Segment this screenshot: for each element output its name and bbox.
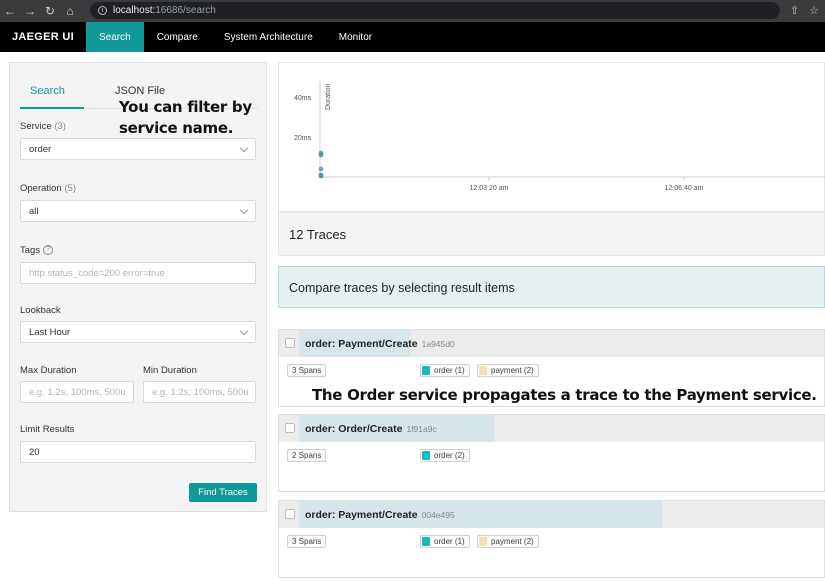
- trace-title[interactable]: order: Payment/Create 004e495: [305, 509, 455, 521]
- service-tag-payment: payment (2): [477, 535, 539, 548]
- nav-system-architecture[interactable]: System Architecture: [211, 22, 326, 52]
- service-tag-payment: payment (2): [477, 364, 539, 377]
- trace-card[interactable]: order: Order/Create 1f91a9c 2 Spans order…: [278, 414, 825, 492]
- trace-title[interactable]: order: Payment/Create 1a945d0: [305, 338, 455, 350]
- trace-checkbox[interactable]: [285, 338, 295, 348]
- traces-count: 12 Traces: [289, 227, 347, 242]
- lookback-label: Lookback: [20, 305, 61, 316]
- trace-id: 1a945d0: [421, 339, 455, 349]
- chevron-down-icon: [239, 143, 249, 153]
- compare-hint: Compare traces by selecting result items: [278, 266, 825, 308]
- limit-results-label: Limit Results: [20, 424, 75, 435]
- y-tick-label: 20ms: [294, 135, 312, 142]
- trace-checkbox[interactable]: [285, 423, 295, 433]
- service-tag-order: order (1): [420, 535, 470, 548]
- trace-id: 004e495: [421, 510, 455, 520]
- duration-scatter-chart: Duration 40ms 20ms 12:03:20 am 12:06:40 am: [278, 62, 825, 212]
- tab-search[interactable]: Search: [30, 85, 65, 97]
- operation-label: Operation (5): [20, 183, 76, 194]
- scatter-plot: Duration 40ms 20ms 12:03:20 am 12:06:40 am: [294, 81, 825, 192]
- nav-search[interactable]: Search: [86, 22, 144, 52]
- trace-checkbox[interactable]: [285, 509, 295, 519]
- trace-point[interactable]: [318, 173, 324, 179]
- browser-toolbar: ← → ↻ ⌂ i localhost:16686/search ⇧ ☆: [0, 0, 825, 22]
- max-duration-input[interactable]: e.g. 1.2s, 100ms, 500u: [20, 381, 134, 403]
- active-tab-indicator: [20, 107, 84, 109]
- trace-id: 1f91a9c: [406, 424, 437, 434]
- url-text: localhost:16686/search: [113, 5, 216, 16]
- y-tick-label: 40ms: [294, 95, 312, 102]
- share-icon[interactable]: ⇧: [790, 4, 799, 17]
- nav-compare[interactable]: Compare: [144, 22, 211, 52]
- limit-results-input[interactable]: 20: [20, 441, 256, 463]
- service-tag-order: order (2): [420, 449, 470, 462]
- spans-badge: 2 Spans: [287, 449, 327, 462]
- compare-hint-text: Compare traces by selecting result items: [289, 281, 515, 295]
- operation-select[interactable]: all: [20, 200, 256, 222]
- service-color-swatch: [422, 537, 430, 546]
- y-axis-title: Duration: [325, 83, 332, 110]
- annotation-trace-propagation: The Order service propagates a trace to …: [312, 386, 817, 404]
- max-duration-label: Max Duration: [20, 365, 77, 376]
- tags-input[interactable]: http.status_code=200 error=true: [20, 262, 256, 284]
- traces-count-bar: 12 Traces: [278, 212, 825, 256]
- spans-badge: 3 Spans: [287, 364, 327, 377]
- service-color-swatch: [479, 366, 487, 375]
- min-duration-input[interactable]: e.g. 1.2s, 100ms, 500u: [143, 381, 256, 403]
- top-navigation: JAEGER UI Search Compare System Architec…: [0, 22, 825, 52]
- trace-title[interactable]: order: Order/Create 1f91a9c: [305, 423, 437, 435]
- help-icon[interactable]: ?: [43, 245, 54, 256]
- x-tick-label: 12:03:20 am: [470, 185, 509, 192]
- chevron-down-icon: [239, 326, 249, 336]
- service-color-swatch: [479, 537, 487, 546]
- trace-point[interactable]: [318, 152, 324, 158]
- bookmark-star-icon[interactable]: ☆: [809, 4, 819, 17]
- trace-header[interactable]: order: Payment/Create 1a945d0: [279, 330, 824, 357]
- service-color-swatch: [422, 366, 430, 375]
- trace-card[interactable]: order: Payment/Create 004e495 3 Spans ord…: [278, 500, 825, 578]
- annotation-filter-by-service: You can filter by service name.: [119, 98, 252, 137]
- nav-monitor[interactable]: Monitor: [326, 22, 385, 52]
- trace-header[interactable]: order: Payment/Create 004e495: [279, 501, 824, 528]
- x-tick-label: 12:06:40 am: [665, 185, 704, 192]
- info-icon[interactable]: i: [98, 6, 107, 15]
- back-icon[interactable]: ←: [0, 4, 20, 18]
- service-color-swatch: [422, 451, 430, 460]
- lookback-select[interactable]: Last Hour: [20, 321, 256, 343]
- home-icon[interactable]: ⌂: [60, 4, 80, 18]
- spans-badge: 3 Spans: [287, 535, 327, 548]
- trace-header[interactable]: order: Order/Create 1f91a9c: [279, 415, 824, 442]
- service-tag-order: order (1): [420, 364, 470, 377]
- tags-label: Tags?: [20, 245, 54, 256]
- min-duration-label: Min Duration: [143, 365, 197, 376]
- address-bar[interactable]: i localhost:16686/search: [90, 2, 780, 19]
- chevron-down-icon: [239, 205, 249, 215]
- brand-logo[interactable]: JAEGER UI: [0, 22, 86, 52]
- find-traces-button[interactable]: Find Traces: [189, 483, 257, 502]
- reload-icon[interactable]: ↻: [40, 4, 60, 18]
- forward-icon[interactable]: →: [20, 4, 40, 18]
- service-label: Service (3): [20, 121, 66, 132]
- service-select[interactable]: order: [20, 138, 256, 160]
- tab-json-file[interactable]: JSON File: [115, 85, 165, 97]
- trace-point[interactable]: [318, 166, 324, 172]
